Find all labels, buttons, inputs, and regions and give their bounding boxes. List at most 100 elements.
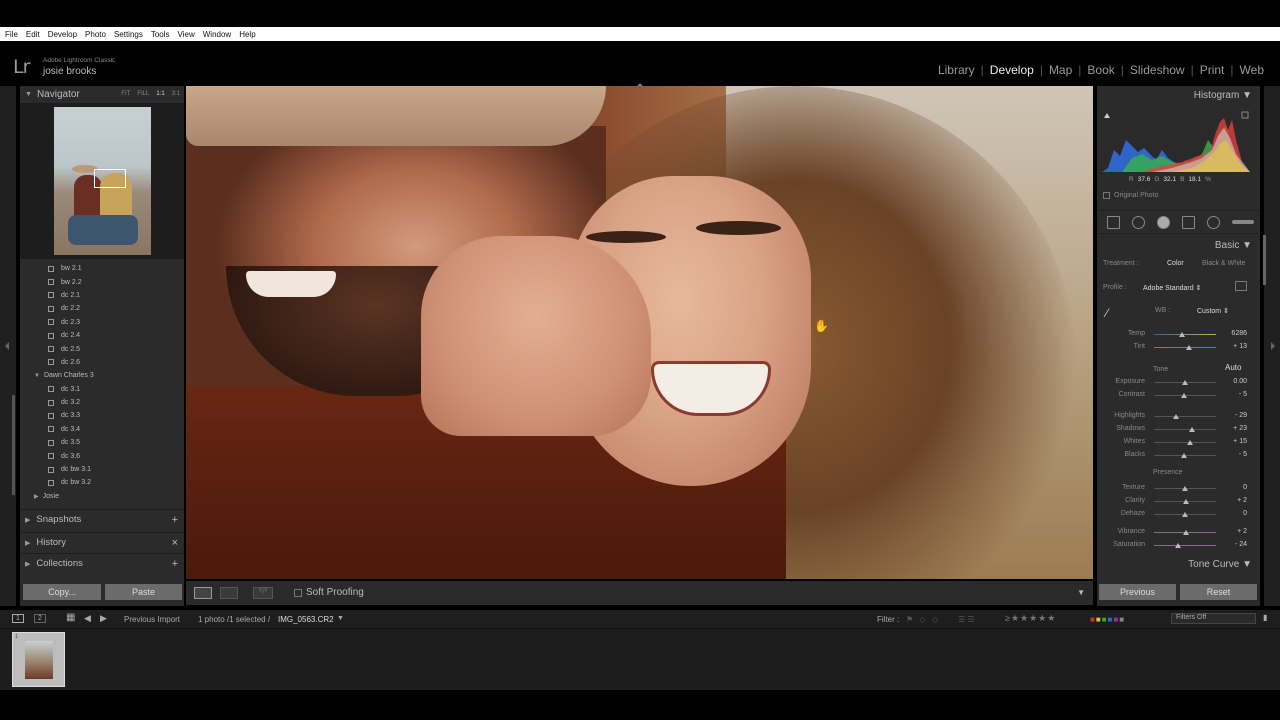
- slider-knob-exposure[interactable]: [1182, 380, 1188, 385]
- second-window-button[interactable]: 2: [34, 614, 46, 623]
- grid-view-icon[interactable]: ▦: [66, 612, 75, 623]
- flag-filter-icons[interactable]: ⚑ ◇ ◇: [906, 615, 940, 624]
- menu-file[interactable]: File: [5, 30, 18, 39]
- photo[interactable]: [186, 86, 1093, 579]
- collections-header[interactable]: ▶ Collections +: [20, 553, 184, 573]
- slider-value-dehaze[interactable]: 0: [1207, 510, 1247, 517]
- slider-knob-vibrance[interactable]: [1182, 530, 1189, 535]
- menu-view[interactable]: View: [178, 30, 195, 39]
- history-header[interactable]: ▶ History ×: [20, 532, 184, 552]
- previous-button[interactable]: Previous: [1099, 584, 1176, 600]
- crop-icon[interactable]: [1107, 215, 1120, 229]
- left-panel-scrollbar[interactable]: [12, 395, 15, 495]
- histogram[interactable]: [1102, 110, 1250, 174]
- slider-value-highlights[interactable]: - 29: [1207, 412, 1247, 419]
- navigator-thumbnail[interactable]: [54, 107, 151, 255]
- color-label-filter-icons[interactable]: ■■■■■■: [1090, 615, 1125, 624]
- source-label[interactable]: Previous Import: [124, 615, 180, 624]
- main-window-button[interactable]: 1: [12, 614, 24, 623]
- slider-knob-texture[interactable]: [1182, 486, 1188, 491]
- list-item[interactable]: dc 3.1: [20, 383, 184, 396]
- list-item[interactable]: dc 2.4: [20, 329, 184, 342]
- filmstrip-thumbnail[interactable]: 1: [12, 632, 65, 687]
- spot-removal-icon[interactable]: [1132, 215, 1145, 229]
- original-photo-toggle[interactable]: Original Photo: [1103, 192, 1158, 199]
- list-item[interactable]: dc 2.5: [20, 342, 184, 355]
- profile-browser-icon[interactable]: [1235, 281, 1247, 291]
- list-item[interactable]: dc 3.5: [20, 436, 184, 449]
- zoom-fill[interactable]: FILL: [137, 91, 149, 97]
- toolbar-menu-icon[interactable]: ▼: [1077, 588, 1085, 597]
- red-eye-icon[interactable]: [1157, 215, 1170, 229]
- menu-photo[interactable]: Photo: [85, 30, 106, 39]
- slider-knob-saturation[interactable]: [1174, 543, 1181, 548]
- treatment-bw[interactable]: Black & White: [1202, 260, 1246, 267]
- menu-develop[interactable]: Develop: [48, 30, 77, 39]
- slider-knob-shadows[interactable]: [1189, 427, 1196, 432]
- brush-icon[interactable]: [1232, 220, 1254, 224]
- module-slideshow[interactable]: Slideshow: [1124, 63, 1191, 77]
- list-item[interactable]: dc 2.1: [20, 289, 184, 302]
- list-item[interactable]: dc 3.2: [20, 396, 184, 409]
- collapse-right-icon[interactable]: [1271, 342, 1275, 350]
- slider-knob-temp[interactable]: [1178, 332, 1185, 337]
- module-book[interactable]: Book: [1081, 63, 1120, 77]
- slider-knob-highlights[interactable]: [1173, 414, 1180, 419]
- module-print[interactable]: Print: [1194, 63, 1231, 77]
- copy-button[interactable]: Copy...: [23, 584, 101, 600]
- zoom-fit[interactable]: FIT: [121, 91, 130, 97]
- clear-history-icon[interactable]: ×: [172, 537, 178, 549]
- lock-icon[interactable]: ▮: [1263, 613, 1267, 622]
- radial-filter-icon[interactable]: [1207, 215, 1220, 229]
- menu-settings[interactable]: Settings: [114, 30, 143, 39]
- folder-dawn-charles-3[interactable]: ▼ Dawn Charles 3: [20, 369, 184, 382]
- slider-knob-tint[interactable]: [1185, 345, 1192, 350]
- filters-select[interactable]: Filters Off: [1171, 613, 1256, 624]
- back-arrow-icon[interactable]: ◀: [84, 613, 91, 624]
- before-after-icon[interactable]: Y|Y: [253, 587, 273, 599]
- zoom-3-1[interactable]: 3:1: [172, 91, 180, 97]
- slider-value-contrast[interactable]: - 5: [1207, 391, 1247, 398]
- treatment-color[interactable]: Color: [1167, 260, 1184, 267]
- list-item[interactable]: dc 2.6: [20, 356, 184, 369]
- folder-josie[interactable]: ▶ Josie: [20, 490, 184, 503]
- loupe-view-icon[interactable]: [194, 587, 212, 599]
- snapshots-header[interactable]: ▶ Snapshots +: [20, 509, 184, 529]
- slider-value-shadows[interactable]: + 23: [1207, 425, 1247, 432]
- auto-tone-button[interactable]: Auto: [1225, 363, 1241, 372]
- slider-value-exposure[interactable]: 0.00: [1207, 378, 1247, 385]
- left-panel-edge[interactable]: [0, 86, 16, 606]
- edit-filter-icons[interactable]: ☰ ☰: [958, 615, 975, 624]
- tone-curve-header[interactable]: Tone Curve ▼: [1188, 559, 1252, 570]
- add-snapshot-icon[interactable]: +: [172, 514, 178, 526]
- slider-value-tint[interactable]: + 13: [1207, 343, 1247, 350]
- list-item[interactable]: bw 2.2: [20, 275, 184, 288]
- slider-value-whites[interactable]: + 15: [1207, 438, 1247, 445]
- rating-stars-icon[interactable]: ≥★★★★★: [1005, 613, 1056, 624]
- image-canvas[interactable]: ✋: [186, 86, 1093, 579]
- eyedropper-icon[interactable]: ⁄: [1106, 306, 1108, 320]
- right-panel-scrollbar[interactable]: [1263, 235, 1266, 285]
- slider-knob-dehaze[interactable]: [1182, 512, 1188, 517]
- list-item[interactable]: bw 2.1: [20, 262, 184, 275]
- list-item[interactable]: dc 2.2: [20, 302, 184, 315]
- slider-value-clarity[interactable]: + 2: [1207, 497, 1247, 504]
- add-collection-icon[interactable]: +: [172, 558, 178, 570]
- slider-value-texture[interactable]: 0: [1207, 484, 1247, 491]
- list-item[interactable]: dc 2.3: [20, 316, 184, 329]
- list-item[interactable]: dc bw 3.2: [20, 476, 184, 489]
- right-panel-edge[interactable]: [1264, 86, 1280, 606]
- menu-tools[interactable]: Tools: [151, 30, 170, 39]
- zoom-1-1[interactable]: 1:1: [156, 91, 164, 97]
- menu-edit[interactable]: Edit: [26, 30, 40, 39]
- navigator-zoom-rect[interactable]: [94, 169, 126, 188]
- module-map[interactable]: Map: [1043, 63, 1078, 77]
- menu-window[interactable]: Window: [203, 30, 231, 39]
- list-item[interactable]: dc 3.6: [20, 449, 184, 462]
- basic-header[interactable]: Basic ▼: [1215, 240, 1252, 251]
- histogram-header[interactable]: Histogram ▼: [1194, 90, 1252, 101]
- slider-knob-contrast[interactable]: [1180, 393, 1187, 398]
- reset-button[interactable]: Reset: [1180, 584, 1257, 600]
- compare-view-icon[interactable]: [220, 587, 238, 599]
- list-item[interactable]: dc bw 3.1: [20, 463, 184, 476]
